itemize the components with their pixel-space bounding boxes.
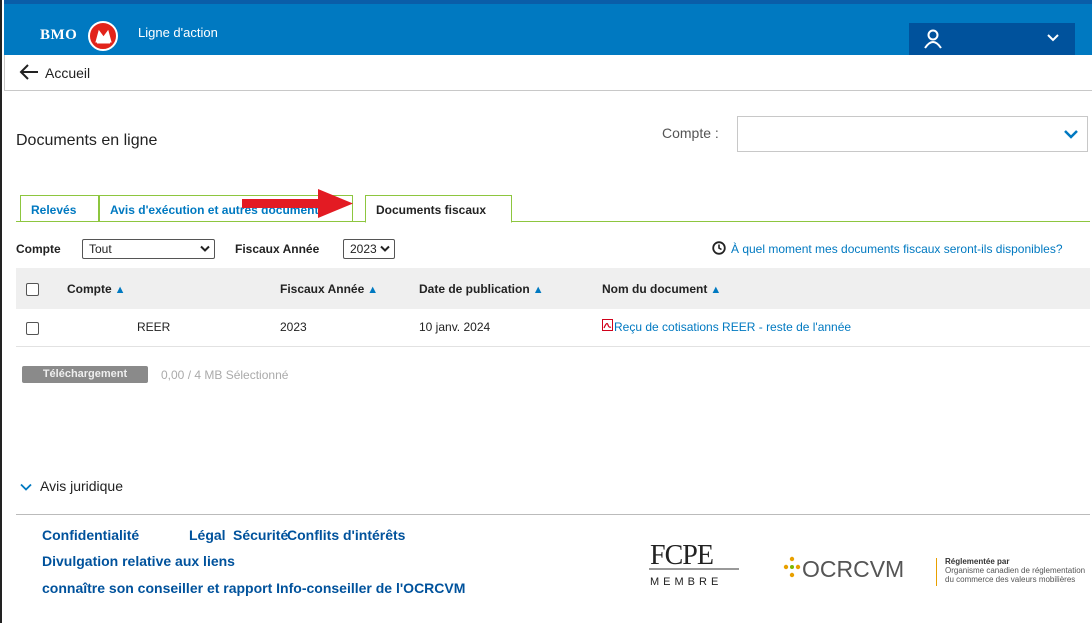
top-bar: BMO Ligne d'action (4, 0, 1092, 56)
tax-documents-availability-link[interactable]: À quel moment mes documents fiscaux sero… (731, 242, 1063, 256)
footer-link-securite[interactable]: Sécurité (233, 527, 288, 543)
sort-icon: ▲︎ (114, 284, 126, 296)
sort-icon: ▲︎ (367, 284, 379, 296)
arrow-left-icon[interactable] (19, 64, 39, 80)
account-select[interactable] (737, 116, 1088, 152)
footer-link-divulgation[interactable]: Divulgation relative aux liens (42, 553, 235, 569)
ocrcvm-mark-icon (783, 556, 801, 578)
filter-account-label: Compte (16, 242, 61, 256)
ocr-reg-title: Réglementée par (945, 557, 1010, 566)
page-frame: BMO Ligne d'action Accueil Documents en … (0, 0, 1092, 623)
bmo-logo-icon[interactable] (88, 21, 118, 51)
tab-documents-fiscaux[interactable]: Documents fiscaux (365, 195, 512, 223)
sort-icon: ▲︎ (532, 284, 544, 296)
ocr-reg-line1: Organisme canadien de réglementation (945, 566, 1086, 575)
user-icon (924, 29, 942, 49)
footer-divider (16, 514, 1090, 515)
ocr-reg-line2: du commerce des valeurs mobilières (945, 575, 1076, 584)
red-arrow-annotation (242, 189, 353, 218)
page-title: Documents en ligne (16, 132, 158, 149)
filter-year-label: Fiscaux Année (235, 242, 320, 256)
tab-releves[interactable]: Relevés (20, 195, 99, 222)
legal-notice-toggle[interactable]: Avis juridique (20, 478, 123, 494)
cell-date: 10 janv. 2024 (419, 320, 491, 334)
back-link-label[interactable]: Accueil (45, 65, 90, 81)
row-checkbox[interactable] (26, 322, 39, 335)
ocrcvm-logo[interactable]: OCRCVM (802, 556, 904, 583)
chevron-down-icon (20, 484, 32, 492)
chevron-down-icon (380, 245, 390, 252)
ocrcvm-separator (936, 558, 937, 586)
chevron-down-icon (200, 245, 210, 252)
document-link[interactable]: Reçu de cotisations REER - reste de l'an… (614, 320, 851, 334)
chevron-down-icon (1047, 34, 1059, 42)
filter-year-select[interactable]: 2023 (343, 239, 395, 259)
pdf-icon[interactable] (602, 319, 613, 331)
back-navigation[interactable]: Accueil (4, 55, 1092, 91)
column-header-date[interactable]: Date de publication ▲︎ (419, 282, 544, 296)
table-row: REER 2023 10 janv. 2024 Reçu de cotisati… (16, 309, 1090, 347)
clock-icon (712, 241, 726, 255)
user-menu-button[interactable] (909, 23, 1075, 56)
filter-account-select[interactable]: Tout (82, 239, 215, 259)
cell-annee: 2023 (280, 320, 307, 334)
download-button[interactable]: Téléchargement (22, 366, 148, 383)
fcpe-logo-rule (649, 568, 739, 570)
fcpe-member-label: MEMBRE (650, 576, 723, 588)
footer-link-info-conseiller[interactable]: connaître son conseiller et rapport Info… (42, 580, 465, 596)
account-select-label: Compte : (662, 125, 719, 141)
brand-name[interactable]: BMO (40, 27, 77, 44)
column-header-annee[interactable]: Fiscaux Année ▲︎ (280, 282, 378, 296)
legal-notice-label: Avis juridique (40, 478, 124, 494)
download-size-text: 0,00 / 4 MB Sélectionné (161, 368, 289, 382)
chevron-down-icon (1064, 130, 1078, 139)
column-header-document[interactable]: Nom du document ▲︎ (602, 282, 721, 296)
footer-link-conflits[interactable]: Conflits d'intérêts (287, 527, 405, 543)
footer-link-confidentialite[interactable]: Confidentialité (42, 527, 139, 543)
ocrcvm-regulation-text: Réglementée par Organisme canadien de ré… (945, 557, 1085, 584)
cell-compte: REER (137, 320, 171, 334)
select-all-checkbox[interactable] (26, 283, 39, 296)
column-header-compte[interactable]: Compte ▲︎ (67, 282, 126, 296)
filter-account-value: Tout (89, 242, 112, 256)
filter-year-value: 2023 (350, 242, 377, 256)
footer-link-legal[interactable]: Légal (189, 527, 226, 543)
product-name: Ligne d'action (138, 25, 218, 40)
sort-icon: ▲︎ (710, 284, 722, 296)
table-header: Compte ▲︎ Fiscaux Année ▲︎ Date de publica… (16, 268, 1090, 309)
